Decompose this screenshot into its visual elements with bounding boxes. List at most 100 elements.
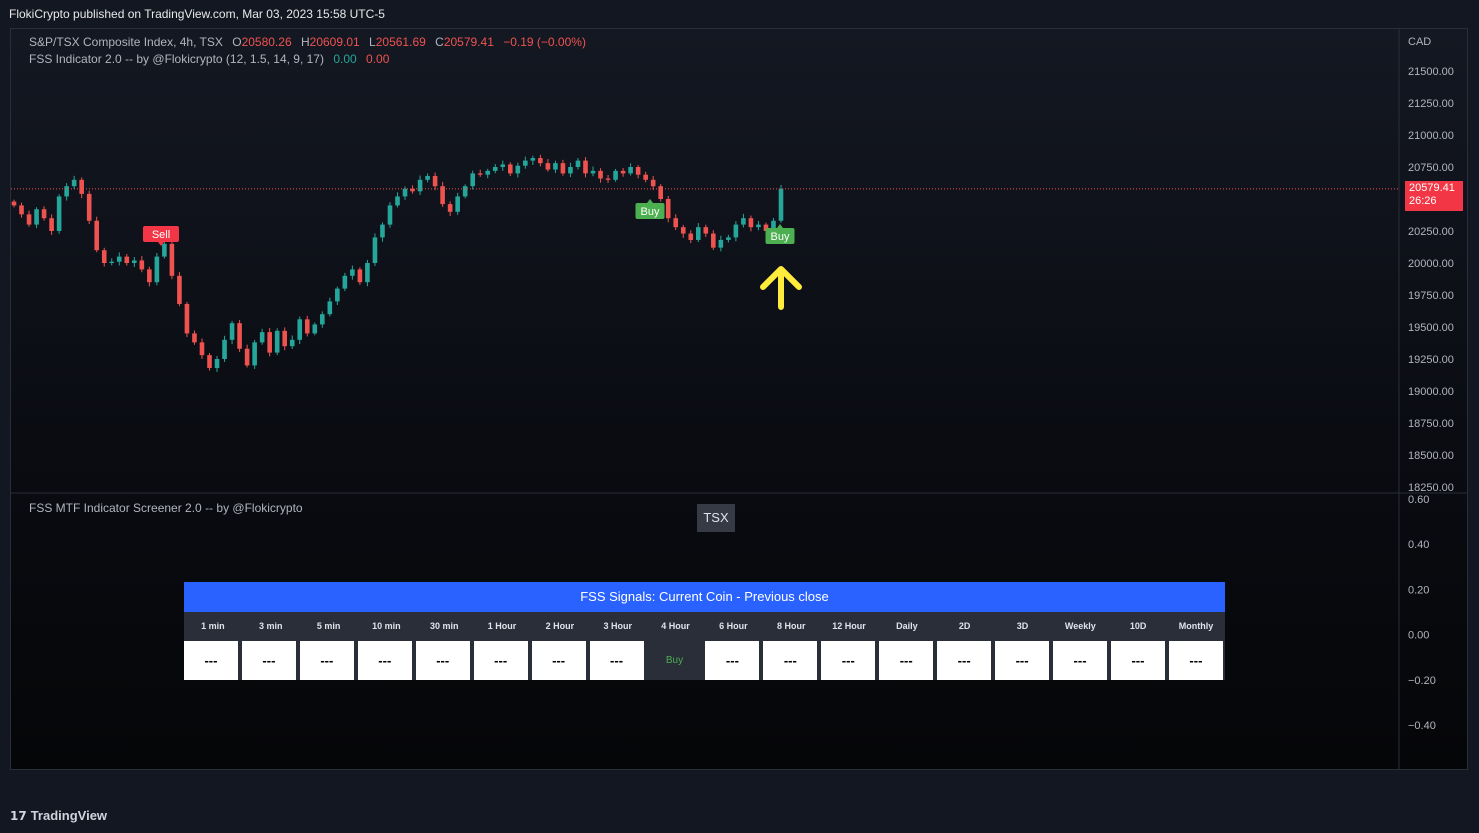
candle-body: [560, 163, 566, 174]
candle-body: [515, 165, 521, 174]
symbol-legend: S&P/TSX Composite Index, 4h, TSX O20580.…: [29, 35, 586, 49]
candle-body: [575, 160, 581, 167]
last-price-tag: 20579.41 26:26: [1405, 181, 1463, 211]
candle-body: [259, 332, 265, 343]
candle-body: [643, 174, 648, 180]
timeframe-header: Daily: [896, 621, 918, 631]
candle-body: [312, 324, 318, 334]
candle-body: [274, 330, 280, 353]
up-arrow-annotation: [760, 266, 802, 310]
candle-body: [695, 227, 701, 240]
candle-body: [34, 209, 39, 225]
candle-body: [252, 342, 257, 366]
candle-body: [523, 160, 528, 166]
timeframe-header: 5 min: [316, 621, 341, 631]
candle-body: [538, 158, 543, 164]
candle-body: [116, 256, 122, 262]
candle-body: [733, 224, 739, 238]
candle-body: [485, 170, 491, 175]
high-label: H: [300, 35, 310, 49]
publisher-text: FlokiCrypto published on TradingView.com…: [9, 7, 385, 21]
close-value: 20579.41: [443, 35, 494, 49]
candle-body: [507, 164, 513, 174]
currency-label: CAD: [1408, 36, 1431, 48]
candle-body: [184, 303, 190, 334]
tradingview-logo[interactable]: 17 TradingView: [10, 808, 107, 823]
indicator-legend: FSS Indicator 2.0 -- by @Flokicrypto (12…: [29, 52, 389, 66]
candle-body: [470, 173, 475, 187]
candle-body: [530, 158, 536, 161]
timeframe-header: 12 Hour: [832, 621, 866, 631]
timeframe-header: 6 Hour: [719, 621, 748, 631]
candle-body: [455, 196, 460, 212]
candle-body: [162, 243, 167, 257]
timeframe-header: 2D: [958, 621, 971, 631]
signal-cell: ---: [995, 641, 1050, 680]
candle-body: [432, 175, 438, 187]
signal-cell: ---: [473, 641, 528, 680]
candle-body: [327, 301, 333, 315]
price-tick-label: 18250.00: [1408, 482, 1454, 494]
indicator-tick-label: 0.20: [1408, 584, 1429, 596]
tradingview-logo-icon: 17: [10, 809, 27, 823]
candle-body: [207, 355, 212, 368]
candle-body: [357, 269, 363, 283]
candle-body: [440, 186, 445, 205]
signals-table: FSS Signals: Current Coin - Previous clo…: [184, 582, 1225, 680]
candle-body: [101, 250, 107, 263]
candle-body: [132, 260, 137, 263]
candle-body: [387, 205, 393, 225]
signal-cell: ---: [1053, 641, 1107, 680]
signals-table-title: FSS Signals: Current Coin - Previous clo…: [184, 582, 1225, 612]
signal-cell: ---: [1168, 641, 1223, 680]
price-tick-label: 18750.00: [1408, 418, 1454, 430]
signal-cell: ---: [821, 641, 876, 680]
candle-body: [320, 314, 325, 325]
candle-body: [19, 205, 24, 215]
candle-body: [229, 323, 235, 340]
symbol-name: S&P/TSX Composite Index, 4h, TSX: [29, 35, 223, 49]
indicator-value-2: 0.00: [366, 52, 390, 66]
price-tick-label: 21250.00: [1408, 98, 1454, 110]
candle-body: [177, 275, 182, 304]
candle-body: [94, 220, 100, 251]
timeframe-header: 8 Hour: [776, 621, 806, 631]
footer: 17 TradingView: [0, 800, 1479, 833]
candle-body: [711, 233, 716, 248]
signal-cell: ---: [184, 641, 238, 680]
candle-body: [680, 227, 686, 234]
candle-body: [365, 263, 370, 283]
candle-body: [613, 170, 618, 180]
price-tick-label: 19000.00: [1408, 386, 1454, 398]
candle-body: [778, 188, 784, 221]
indicator-tick-label: −0.40: [1408, 720, 1436, 732]
candle-body: [350, 269, 355, 276]
candle-body: [417, 179, 423, 192]
candle-body: [56, 196, 62, 231]
candle-body: [199, 342, 205, 356]
candle-body: [553, 163, 558, 170]
candle-body: [147, 269, 152, 283]
candle-body: [500, 164, 506, 167]
publish-header: FlokiCrypto published on TradingView.com…: [0, 0, 1479, 28]
sell-signal-label: Sell: [143, 226, 179, 246]
candle-body: [665, 199, 671, 219]
timeframe-header: 3 min: [258, 621, 283, 631]
brand-name: TradingView: [30, 808, 108, 823]
signal-cell: ---: [589, 641, 644, 680]
candle-body: [688, 233, 694, 240]
candle-body: [718, 239, 724, 248]
candle-body: [109, 261, 115, 263]
high-value: 20609.01: [309, 35, 360, 49]
candle-body: [289, 339, 295, 347]
candle-body: [380, 224, 385, 238]
svg-text:Buy: Buy: [771, 231, 790, 243]
candle-body: [86, 193, 92, 221]
candle-body: [492, 167, 498, 171]
candle-body: [650, 179, 656, 187]
candle-body: [395, 196, 400, 206]
candle-body: [71, 179, 77, 187]
candle-body: [583, 160, 588, 174]
bar-countdown: 26:26: [1409, 195, 1437, 207]
candle-body: [545, 163, 551, 170]
